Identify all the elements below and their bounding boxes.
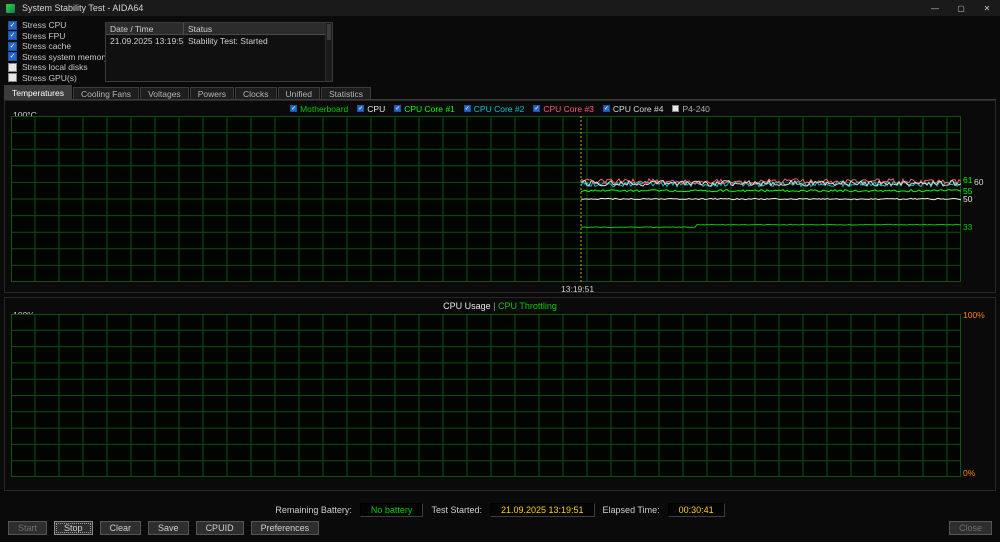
tab-bar: Temperatures Cooling Fans Voltages Powers Cl… — [4, 85, 996, 100]
legend-item-cpu-core-1[interactable]: ✓ CPU Core #1 — [394, 104, 455, 114]
app-window: System Stability Test - AIDA64 — ▢ ✕ ✓ St… — [0, 0, 1000, 542]
log-table-row[interactable]: 21.09.2025 13:19:51 Stability Test: Star… — [106, 35, 332, 46]
tab-unified[interactable]: Unified — [277, 87, 321, 99]
legend-label: CPU Core #3 — [543, 103, 594, 114]
legend-item-cpu-core-3[interactable]: ✓ CPU Core #3 — [533, 104, 594, 114]
start-button[interactable]: Start — [8, 521, 48, 535]
stress-option-label: Stress CPU — [22, 20, 67, 31]
button-bar: Start Stop Clear Save CPUID Preferences … — [8, 520, 992, 536]
elapsed-time-label: Elapsed Time: — [602, 505, 660, 515]
tab-statistics[interactable]: Statistics — [321, 87, 372, 99]
save-button[interactable]: Save — [148, 521, 189, 535]
stress-option-label: Stress system memory — [22, 51, 109, 62]
tab-voltages[interactable]: Voltages — [140, 87, 189, 99]
current-value-label: 60 — [974, 177, 984, 188]
minimize-button[interactable]: — — [922, 0, 948, 16]
cpuid-button[interactable]: CPUID — [195, 521, 244, 535]
elapsed-time-value: 00:30:41 — [667, 503, 725, 517]
test-start-time-label: 13:19:51 — [561, 284, 595, 294]
close-button[interactable]: Close — [948, 521, 992, 535]
legend-item-motherboard[interactable]: ✓ Motherboard — [290, 104, 348, 114]
stress-option-stress-local-disks[interactable]: Stress local disks — [8, 62, 108, 73]
legend-label: Motherboard — [300, 103, 349, 114]
status-bar: Remaining Battery: No battery Test Start… — [0, 503, 1000, 517]
aida64-app-icon — [6, 3, 15, 13]
temperature-chart — [11, 116, 961, 282]
cpu-usage-chart — [11, 314, 961, 477]
tab-cooling-fans[interactable]: Cooling Fans — [72, 87, 140, 99]
current-value-label: 61 — [963, 174, 973, 185]
titlebar: System Stability Test - AIDA64 — ▢ ✕ — [0, 0, 1000, 16]
usage-title-part: CPU Usage — [443, 301, 491, 311]
usage-title-part: | — [490, 301, 498, 311]
usage-chart-title: CPU Usage | CPU Throttling — [5, 301, 995, 311]
maximize-button[interactable]: ▢ — [948, 0, 974, 16]
legend-item-cpu-core-4[interactable]: ✓ CPU Core #4 — [602, 103, 664, 114]
checkbox-icon[interactable]: ✓ — [602, 105, 610, 112]
current-value-label: 33 — [963, 222, 973, 233]
legend-label: CPU — [367, 103, 386, 114]
stress-option-stress-gpu-s[interactable]: Stress GPU(s) — [8, 73, 108, 84]
usage-title-part: CPU Throttling — [498, 301, 557, 311]
temperature-panel: ✓ Motherboard ✓ CPU ✓ CPU Core #1 ✓ CPU Core #2… — [4, 100, 999, 294]
log-table: Date / Time Status 21.09.2025 13:19:51 S… — [105, 22, 333, 82]
legend-label: CPU Core #4 — [612, 103, 664, 114]
stress-option-label: Stress GPU(s) — [22, 72, 77, 83]
checkbox-icon[interactable]: ✓ — [463, 105, 471, 112]
checkbox-icon[interactable] — [8, 62, 17, 72]
legend-label: CPU Core #2 — [473, 103, 525, 114]
checkbox-icon[interactable]: ✓ — [357, 105, 365, 112]
tab-clocks[interactable]: Clocks — [235, 87, 277, 99]
battery-label: Remaining Battery: — [275, 505, 352, 515]
log-table-scrollbar[interactable] — [325, 23, 332, 81]
tab-powers[interactable]: Powers — [189, 87, 235, 99]
battery-value: No battery — [359, 503, 424, 517]
throttling-axis-min-label: 0% — [963, 468, 976, 478]
tab-temperatures[interactable]: Temperatures — [4, 85, 72, 99]
legend-label: CPU Core #1 — [404, 103, 455, 114]
throttling-axis-max-label: 100% — [963, 310, 985, 320]
log-column-status[interactable]: Status — [184, 23, 332, 34]
log-table-header: Date / Time Status — [106, 23, 332, 35]
stress-option-label: Stress FPU — [22, 30, 66, 41]
checkbox-icon[interactable] — [672, 105, 680, 112]
log-cell-status: Stability Test: Started — [188, 36, 268, 46]
checkbox-icon[interactable]: ✓ — [8, 31, 17, 41]
legend-item-cpu[interactable]: ✓ CPU — [357, 104, 385, 114]
clear-button[interactable]: Clear — [99, 521, 142, 535]
checkbox-icon[interactable]: ✓ — [8, 52, 17, 62]
stress-options: ✓ Stress CPU ✓ Stress FPU ✓ Stress cache ✓ Stre… — [8, 20, 108, 83]
current-value-label: 50 — [963, 194, 973, 204]
test-started-label: Test Started: — [431, 505, 482, 515]
log-column-datetime[interactable]: Date / Time — [106, 23, 184, 34]
test-started-value: 21.09.2025 13:19:51 — [489, 503, 595, 517]
log-cell-datetime: 21.09.2025 13:19:51 — [106, 35, 184, 46]
legend-item-p4-240[interactable]: P4-240 — [672, 103, 710, 114]
checkbox-icon[interactable]: ✓ — [394, 105, 402, 112]
checkbox-icon[interactable]: ✓ — [8, 41, 17, 51]
checkbox-icon[interactable]: ✓ — [8, 20, 17, 30]
scrollbar-thumb[interactable] — [327, 24, 331, 40]
window-title: System Stability Test - AIDA64 — [22, 3, 144, 13]
legend-label: P4-240 — [682, 103, 710, 114]
temperature-legend: ✓ Motherboard ✓ CPU ✓ CPU Core #1 ✓ CPU Core #2… — [5, 103, 995, 114]
stress-option-stress-cpu[interactable]: ✓ Stress CPU — [8, 20, 108, 31]
stress-option-stress-cache[interactable]: ✓ Stress cache — [8, 41, 108, 52]
checkbox-icon[interactable]: ✓ — [290, 105, 298, 112]
checkbox-icon[interactable] — [8, 73, 17, 83]
preferences-button[interactable]: Preferences — [250, 521, 320, 535]
window-controls: — ▢ ✕ — [922, 0, 1000, 16]
stress-option-label: Stress cache — [22, 41, 72, 52]
temperature-current-values: 61 60 55 50 33 — [963, 116, 999, 282]
stop-button[interactable]: Stop — [54, 521, 93, 535]
stress-option-stress-system-memory[interactable]: ✓ Stress system memory — [8, 52, 108, 63]
legend-item-cpu-core-2[interactable]: ✓ CPU Core #2 — [463, 103, 525, 114]
stress-option-label: Stress local disks — [22, 62, 88, 73]
usage-panel: CPU Usage | CPU Throttling 100% 0% 100% … — [4, 297, 996, 491]
close-window-button[interactable]: ✕ — [974, 0, 1000, 16]
checkbox-icon[interactable]: ✓ — [533, 105, 541, 112]
stress-option-stress-fpu[interactable]: ✓ Stress FPU — [8, 31, 108, 42]
